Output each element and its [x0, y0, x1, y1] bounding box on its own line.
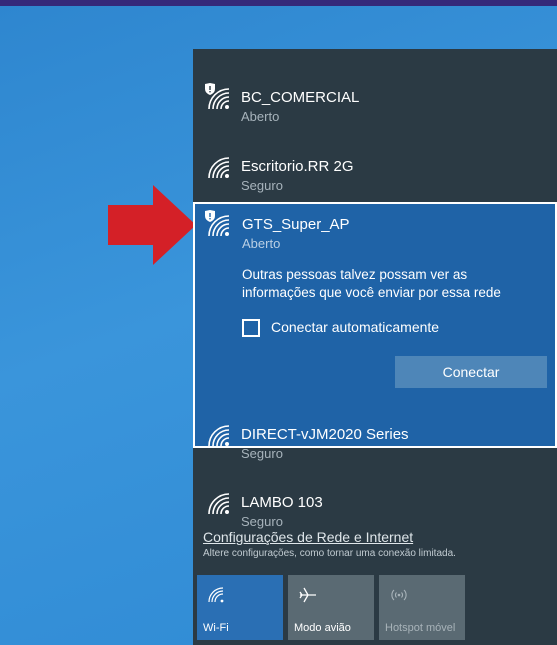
hotspot-tile-label: Hotspot móvel: [385, 622, 456, 634]
connect-button[interactable]: Conectar: [395, 356, 547, 388]
window-top-edge: [0, 0, 557, 6]
wifi-secured-icon: [208, 425, 230, 447]
auto-connect-checkbox[interactable]: [242, 319, 260, 337]
network-status: Seguro: [241, 178, 283, 193]
red-arrow-annotation: [108, 185, 196, 265]
wifi-icon: [208, 587, 224, 603]
network-status: Seguro: [241, 446, 283, 461]
wifi-tile-label: Wi-Fi: [203, 622, 229, 634]
network-item-direct-vjm2020[interactable]: DIRECT-vJM2020 Series Seguro: [193, 398, 557, 466]
wifi-open-warning-icon: [205, 83, 230, 110]
airplane-tile-label: Modo avião: [294, 622, 351, 634]
auto-connect-label[interactable]: Conectar automaticamente: [271, 319, 439, 335]
network-status: Seguro: [241, 514, 283, 529]
hotspot-icon: [391, 589, 407, 601]
network-item-escritorio[interactable]: Escritorio.RR 2G Seguro: [193, 130, 557, 198]
wifi-toggle-tile[interactable]: Wi-Fi: [197, 575, 283, 640]
airplane-icon: [299, 587, 316, 603]
network-settings-subtitle: Altere configurações, como tornar uma co…: [203, 548, 456, 559]
mobile-hotspot-tile[interactable]: Hotspot móvel: [379, 575, 465, 640]
network-flyout: BC_COMERCIAL Aberto Escritorio.RR 2G Seg…: [193, 49, 557, 645]
network-ssid: DIRECT-vJM2020 Series: [241, 426, 409, 443]
network-item-bc-comercial[interactable]: BC_COMERCIAL Aberto: [193, 61, 557, 129]
network-item-lambo-103[interactable]: LAMBO 103 Seguro: [193, 466, 557, 534]
network-status: Aberto: [242, 236, 281, 251]
open-network-warning: Outras pessoas talvez possam ver as info…: [242, 267, 501, 300]
network-ssid: GTS_Super_AP: [242, 216, 350, 233]
network-status: Aberto: [241, 109, 280, 124]
network-ssid: Escritorio.RR 2G: [241, 158, 354, 175]
airplane-mode-tile[interactable]: Modo avião: [288, 575, 374, 640]
wifi-secured-icon: [208, 157, 230, 179]
network-settings-link[interactable]: Configurações de Rede e Internet: [203, 529, 413, 545]
network-ssid: LAMBO 103: [241, 494, 323, 511]
network-ssid: BC_COMERCIAL: [241, 89, 360, 106]
wifi-secured-icon: [208, 493, 230, 515]
wifi-open-warning-icon: [205, 210, 230, 237]
